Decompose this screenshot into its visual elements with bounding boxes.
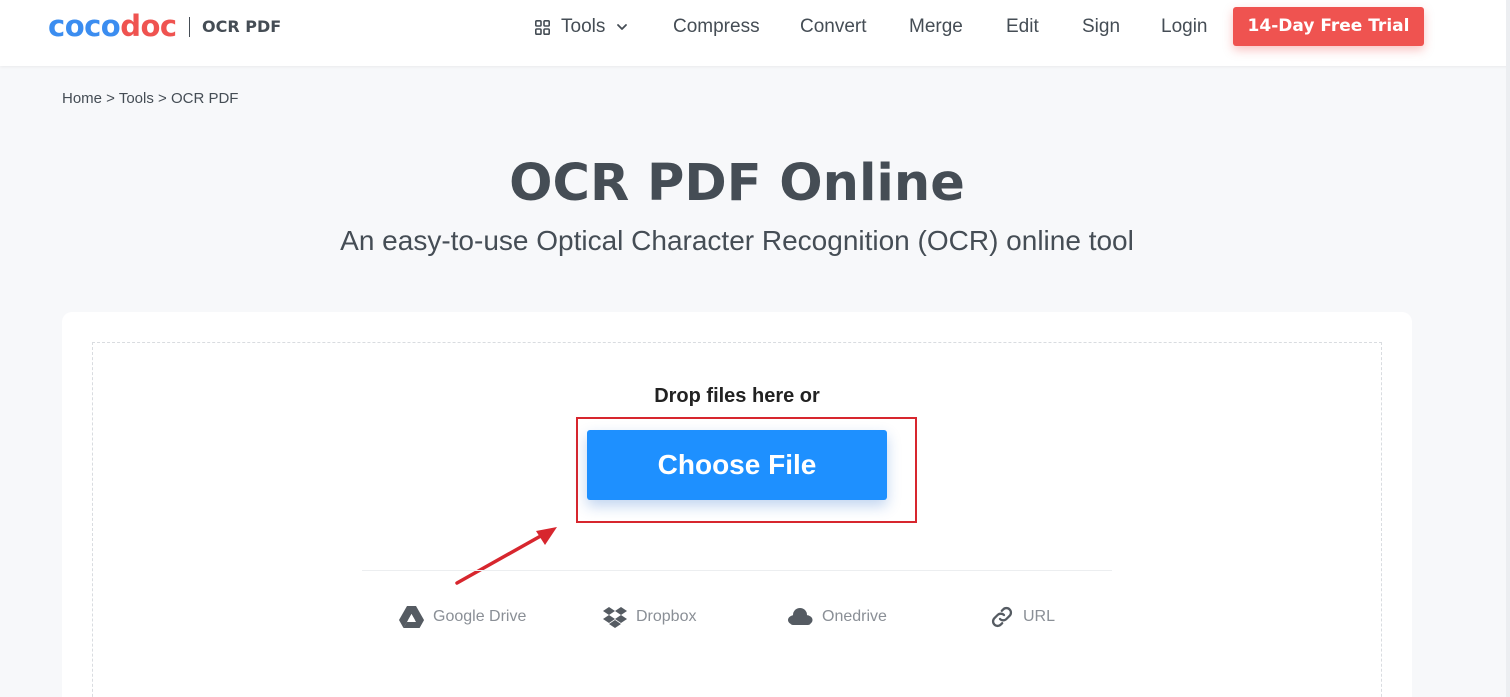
page-scrollbar[interactable] bbox=[1506, 0, 1510, 697]
dropbox-label: Dropbox bbox=[636, 608, 697, 625]
dropbox-button[interactable]: Dropbox bbox=[603, 604, 696, 630]
page-subtitle: An easy-to-use Optical Character Recogni… bbox=[340, 225, 1134, 256]
logo-part-coco: coco bbox=[48, 9, 121, 43]
url-label: URL bbox=[1023, 608, 1056, 625]
nav-compress[interactable]: Compress bbox=[673, 16, 760, 38]
annotation-arrow bbox=[455, 527, 557, 585]
dropbox-icon bbox=[603, 607, 627, 628]
nav-convert[interactable]: Convert bbox=[800, 16, 867, 38]
url-button[interactable]: URL bbox=[990, 604, 1055, 630]
logo-divider bbox=[189, 17, 190, 37]
link-icon bbox=[991, 606, 1013, 628]
grid-icon[interactable] bbox=[535, 20, 550, 35]
page-title: OCR PDF Online bbox=[509, 154, 965, 213]
nav-login[interactable]: Login bbox=[1161, 16, 1208, 38]
onedrive-icon bbox=[788, 608, 813, 625]
nav-edit[interactable]: Edit bbox=[1006, 16, 1039, 38]
sources-divider bbox=[362, 570, 1112, 571]
drop-files-text: Drop files here or bbox=[654, 385, 820, 407]
nav-tools[interactable]: Tools bbox=[561, 16, 605, 38]
google-drive-label: Google Drive bbox=[433, 608, 527, 625]
cocodoc-logo[interactable]: cocodoc bbox=[48, 10, 177, 42]
nav-merge[interactable]: Merge bbox=[909, 16, 963, 38]
logo-subtitle: OCR PDF bbox=[202, 17, 282, 36]
logo-part-doc: doc bbox=[120, 9, 177, 43]
top-navbar: cocodoc OCR PDF Tools Compress Convert M… bbox=[0, 0, 1510, 66]
google-drive-icon bbox=[399, 606, 424, 628]
chevron-down-icon[interactable] bbox=[616, 21, 628, 33]
onedrive-label: Onedrive bbox=[822, 608, 887, 625]
free-trial-button[interactable]: 14-Day Free Trial bbox=[1233, 7, 1424, 46]
google-drive-button[interactable]: Google Drive bbox=[399, 604, 526, 630]
onedrive-button[interactable]: Onedrive bbox=[786, 604, 887, 630]
nav-sign[interactable]: Sign bbox=[1082, 16, 1120, 38]
breadcrumb[interactable]: Home > Tools > OCR PDF bbox=[62, 90, 238, 108]
choose-file-button[interactable]: Choose File bbox=[587, 430, 887, 500]
